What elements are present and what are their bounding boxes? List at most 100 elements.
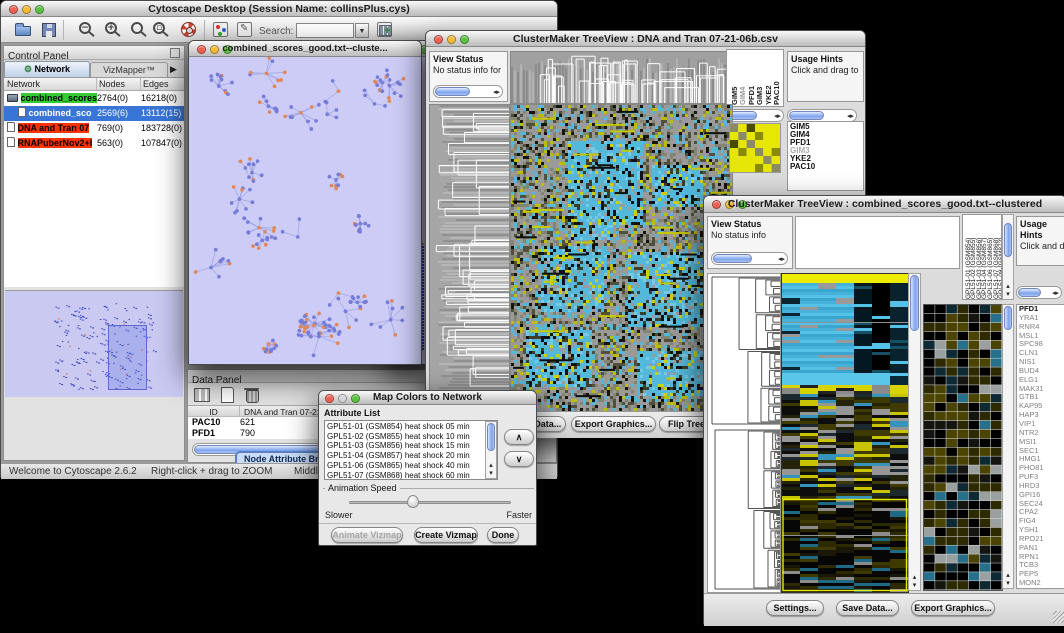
tv2-status-scrollbar[interactable]: ◂▸	[711, 252, 788, 265]
save-session-icon[interactable]	[39, 20, 61, 40]
tv2-gene-label[interactable]: SEC1	[1019, 447, 1064, 456]
tv2-gene-label[interactable]: HAP3	[1019, 411, 1064, 420]
tv2-heatmap-scrollbar[interactable]: ▴▾	[908, 273, 921, 591]
col-edges[interactable]: Edges	[141, 78, 184, 90]
annotation-icon[interactable]	[235, 20, 257, 40]
zoom-selected-icon[interactable]: ▫	[151, 20, 173, 40]
tv2-gene-label[interactable]: NTR2	[1019, 429, 1064, 438]
tv2-row-dendrogram[interactable]	[707, 273, 781, 593]
tv1-labels-scrollbar[interactable]: ◂▸	[726, 109, 784, 122]
tv2-gene-label[interactable]: TCB3	[1019, 561, 1064, 570]
tv2-gene-label[interactable]: CLN1	[1019, 349, 1064, 358]
network-list-row[interactable]: RNAPuberNov2+I563(0)107847(0)	[4, 136, 184, 151]
speed-slider-thumb[interactable]	[407, 495, 419, 508]
dialog-title-bar[interactable]: Map Colors to Network	[319, 391, 536, 405]
tv2-gene-label[interactable]: SPC98	[1019, 340, 1064, 349]
tv1-zoom-heatmap[interactable]	[729, 123, 781, 173]
tv1-gene-label[interactable]: GIM5	[790, 123, 863, 131]
tv2-gene-label[interactable]: MSI1	[1019, 438, 1064, 447]
tv2-gene-label[interactable]: MSL1	[1019, 332, 1064, 341]
tv1-column-label[interactable]: PAC10	[773, 81, 781, 105]
tab-vizmapper[interactable]: VizMapper™	[90, 62, 168, 77]
tv1-status-scrollbar[interactable]: ◂▸	[433, 85, 503, 98]
tv1-column-dendrogram[interactable]	[510, 51, 733, 104]
tv2-gene-label[interactable]: RPO21	[1019, 535, 1064, 544]
tv2-gene-label[interactable]: RPN1	[1019, 553, 1064, 562]
search-input[interactable]	[296, 23, 354, 38]
tv1-global-heatmap[interactable]	[510, 104, 733, 413]
tv2-settings-button[interactable]: Settings...	[766, 600, 824, 616]
attribute-list-item[interactable]: GPL51-04 (GSM857) heat shock 20 min	[327, 451, 497, 461]
attribute-list[interactable]: GPL51-01 (GSM854) heat shock 05 minGPL51…	[324, 420, 498, 480]
tv2-export-graphics-button[interactable]: Export Graphics...	[911, 600, 995, 616]
tv2-gene-label[interactable]: PHO81	[1019, 464, 1064, 473]
treeview2-title-bar[interactable]: ClusterMaker TreeView : combined_scores_…	[704, 196, 1064, 213]
tv1-gene-label[interactable]: GIM4	[790, 131, 863, 139]
tv2-gene-label[interactable]: ELG1	[1019, 376, 1064, 385]
tv2-global-heatmap[interactable]	[781, 273, 909, 593]
vizmap-icon[interactable]	[211, 20, 233, 40]
open-file-icon[interactable]	[13, 20, 35, 40]
attribute-list-scrollbar[interactable]: ▴▾	[485, 421, 497, 479]
tv2-zoom-heatmap[interactable]	[923, 304, 1003, 591]
tv2-gene-label[interactable]: KAP95	[1019, 402, 1064, 411]
zoom-out-icon[interactable]: −	[77, 20, 99, 40]
tv2-gene-label[interactable]: YRA1	[1019, 314, 1064, 323]
tv1-row-dendrogram[interactable]	[429, 104, 510, 413]
tv1-gene-label[interactable]: GIM3	[790, 147, 863, 155]
create-vizmap-button[interactable]: Create Vizmap	[414, 527, 478, 543]
attribute-list-item[interactable]: GPL51-06 (GSM865) heat shock 40 min	[327, 461, 497, 471]
tv2-gene-label[interactable]: RNR4	[1019, 323, 1064, 332]
attribute-list-item[interactable]: GPL51-02 (GSM855) heat shock 10 min	[327, 432, 497, 442]
tv1-gene-label[interactable]: PFD1	[790, 139, 863, 147]
tv1-column-label[interactable]: GIM3	[756, 87, 764, 105]
col-network[interactable]: Network	[4, 78, 97, 90]
tv2-gene-label[interactable]: FIG4	[1019, 517, 1064, 526]
tv2-hints-scrollbar[interactable]: ◂▸	[1016, 286, 1062, 299]
tv2-gene-label[interactable]: GTB1	[1019, 393, 1064, 402]
move-up-button[interactable]: ∧	[504, 429, 534, 445]
network-graph-view[interactable]	[189, 57, 421, 364]
help-lifesaver-icon[interactable]	[179, 20, 201, 40]
tv2-gene-label[interactable]: MAK31	[1019, 385, 1064, 394]
tv1-gene-labels[interactable]: GIM5GIM4PFD1GIM3YKE2PAC10	[787, 121, 864, 191]
tv2-column-dendrogram-area[interactable]	[795, 216, 960, 269]
main-title-bar[interactable]: Cytoscape Desktop (Session Name: collins…	[1, 1, 557, 17]
delete-attribute-icon[interactable]	[242, 385, 262, 404]
tv2-gene-label[interactable]: PFD1	[1019, 305, 1064, 314]
tv2-gene-label[interactable]: YSH1	[1019, 526, 1064, 535]
attribute-list-item[interactable]: GPL51-01 (GSM854) heat shock 05 min	[327, 422, 497, 432]
tv2-gene-label[interactable]: PAN1	[1019, 544, 1064, 553]
tv2-gene-label[interactable]: VIP1	[1019, 420, 1064, 429]
col-nodes[interactable]: Nodes	[97, 78, 141, 90]
tv2-gene-label[interactable]: SEC24	[1019, 500, 1064, 509]
search-dropdown-arrow[interactable]: ▼	[355, 23, 369, 38]
tv2-gene-labels[interactable]: PFD1YRA1RNR4MSL1SPC98CLN1NIS1BUD4ELG1MAK…	[1016, 304, 1064, 589]
new-attribute-icon[interactable]	[217, 385, 237, 404]
done-button[interactable]: Done	[487, 527, 519, 543]
tv1-gene-label[interactable]: PAC10	[790, 163, 863, 171]
tv1-export-graphics-button[interactable]: Export Graphics...	[571, 416, 656, 432]
tv2-gene-label[interactable]: HMG1	[1019, 455, 1064, 464]
resize-grip[interactable]	[1053, 611, 1064, 623]
attribute-select-icon[interactable]	[192, 385, 212, 404]
tv2-gene-label[interactable]: PEP5	[1019, 570, 1064, 579]
tab-network[interactable]: ⚙ Network	[4, 61, 90, 77]
float-panel-icon[interactable]	[170, 48, 180, 58]
zoom-in-icon[interactable]: +	[103, 20, 125, 40]
speed-slider-track[interactable]	[349, 501, 511, 504]
tv2-zoom-scrollbar[interactable]: ▴▾	[1002, 304, 1014, 589]
tab-overflow-arrow[interactable]: ▶	[170, 62, 177, 77]
network-list-row[interactable]: DNA and Tran 07769(0)183728(0)	[4, 121, 184, 136]
attribute-list-item[interactable]: GPL51-07 (GSM868) heat shock 60 min	[327, 471, 497, 480]
tv1-gene-label[interactable]: YKE2	[790, 155, 863, 163]
animate-vizmap-button[interactable]: Animate Vizmap	[331, 527, 403, 543]
tv2-labels-scrollbar[interactable]: ▴▾	[1002, 214, 1014, 300]
move-down-button[interactable]: ∨	[504, 451, 534, 467]
attribute-list-item[interactable]: GPL51-03 (GSM856) heat shock 15 min	[327, 441, 497, 451]
tv2-gene-label[interactable]: PUF3	[1019, 473, 1064, 482]
attribute-table-icon[interactable]	[375, 20, 397, 40]
tv2-gene-label[interactable]: GPI16	[1019, 491, 1064, 500]
dp-col-id[interactable]: ID	[188, 406, 240, 416]
tv2-gene-label[interactable]: HRD3	[1019, 482, 1064, 491]
